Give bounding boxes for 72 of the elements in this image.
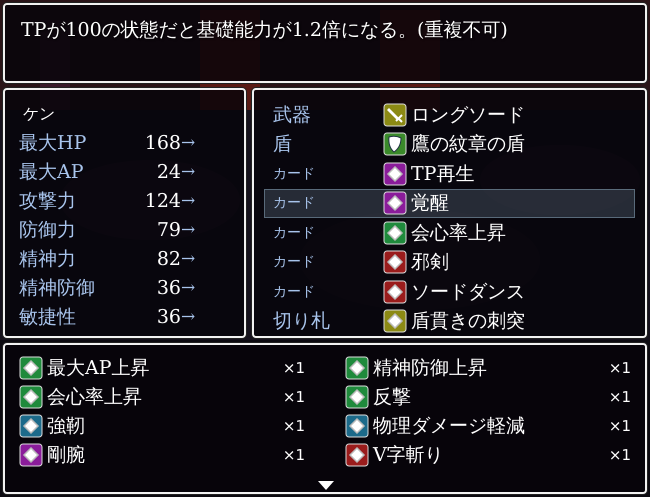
inventory-item[interactable]: 会心率上昇 ×1: [19, 382, 305, 411]
inventory-item[interactable]: 物理ダメージ軽減 ×1: [345, 411, 631, 440]
arrow-glyph: →: [181, 220, 196, 240]
item-count: ×1: [608, 358, 631, 376]
slot-label: カード: [273, 164, 316, 183]
stat-label: 精神防御: [19, 276, 96, 300]
stat-value: 79: [156, 218, 181, 240]
slot-label: 切り札: [273, 309, 331, 334]
item-name: 精神防御上昇: [373, 356, 487, 380]
item-name: ソードダンス: [411, 280, 525, 305]
arrow-glyph: →: [181, 132, 196, 152]
item-name: V字斬り: [373, 442, 444, 468]
item-name: 覚醒: [411, 191, 449, 216]
equipment-row[interactable]: 切り札 盾貫きの刺突: [264, 306, 635, 336]
item-count: ×1: [608, 446, 631, 464]
slot-label: カード: [273, 282, 316, 301]
stat-label: 防御力: [19, 218, 77, 242]
item-name: TP再生: [411, 162, 474, 187]
inventory-item[interactable]: 剛腕 ×1: [19, 440, 305, 469]
item-name: 盾貫きの刺突: [411, 309, 525, 334]
item-count: ×1: [282, 358, 305, 376]
arrow-glyph: →: [181, 306, 196, 326]
equipment-row[interactable]: カード 会心率上昇: [264, 218, 635, 248]
item-name: 最大AP上昇: [47, 356, 150, 380]
slot-label: 武器: [273, 102, 312, 128]
stat-label: 最大AP: [19, 160, 85, 184]
item-name: 会心率上昇: [47, 384, 142, 410]
item-count: ×1: [282, 416, 305, 434]
arrow-glyph: →: [181, 162, 196, 182]
equipment-row[interactable]: 武器 ロングソード: [264, 100, 635, 130]
slot-label: 盾: [273, 132, 293, 158]
item-name: 強靭: [47, 414, 85, 438]
inventory-item[interactable]: 精神防御上昇 ×1: [345, 353, 631, 382]
item-count: ×1: [282, 446, 305, 464]
equipment-row[interactable]: 盾 鷹の紋章の盾: [264, 130, 635, 159]
actor-name: ケン: [22, 103, 56, 125]
stat-value: 36: [156, 276, 181, 298]
arrow-glyph: →: [181, 278, 196, 298]
arrow-glyph: →: [181, 248, 196, 268]
item-count: ×1: [608, 388, 631, 406]
inventory-item[interactable]: 反撃 ×1: [345, 382, 631, 411]
item-name: 会心率上昇: [411, 220, 506, 246]
item-name: 反撃: [373, 384, 411, 410]
slot-label: カード: [273, 194, 316, 212]
item-count: ×1: [608, 416, 631, 434]
inventory-item[interactable]: V字斬り ×1: [345, 440, 631, 469]
stat-value: 36: [156, 306, 181, 328]
item-name: 物理ダメージ軽減: [373, 414, 525, 438]
equipment-row[interactable]: カード 覚醒: [264, 188, 635, 218]
stat-value: 82: [156, 248, 181, 270]
stat-label: 攻撃力: [19, 188, 77, 214]
inventory-item[interactable]: 強靭 ×1: [19, 411, 305, 440]
stat-label: 最大HP: [19, 130, 88, 156]
item-name: 剛腕: [47, 442, 85, 468]
inventory-item[interactable]: 最大AP上昇 ×1: [19, 353, 305, 382]
equipment-row[interactable]: カード TP再生: [264, 159, 635, 188]
item-name: ロングソード: [411, 102, 525, 128]
item-name: 邪剣: [411, 250, 449, 276]
stat-label: 精神力: [19, 246, 77, 272]
slot-label: カード: [273, 253, 316, 272]
scroll-down-icon[interactable]: [318, 481, 334, 490]
stat-value: 124: [144, 190, 181, 212]
stat-label: 敏捷性: [19, 304, 77, 330]
help-text: TPが100の状態だと基礎能力が1.2倍になる。(重複不可): [21, 18, 509, 43]
item-count: ×1: [282, 388, 305, 406]
arrow-glyph: →: [181, 190, 196, 210]
stat-value: 24: [156, 160, 181, 182]
stat-value: 168: [144, 132, 181, 154]
equipment-row[interactable]: カード ソードダンス: [264, 277, 635, 306]
equipment-row[interactable]: カード 邪剣: [264, 248, 635, 277]
slot-label: カード: [273, 224, 316, 242]
item-name: 鷹の紋章の盾: [411, 132, 525, 158]
